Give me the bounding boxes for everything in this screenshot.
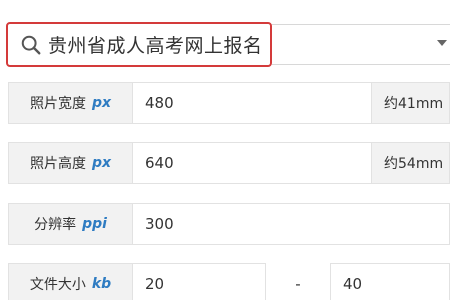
file-size-label-text: 文件大小: [29, 277, 86, 293]
resolution-unit: ppi: [82, 216, 107, 232]
photo-width-input[interactable]: 480: [132, 82, 372, 124]
chevron-down-icon[interactable]: [437, 40, 447, 46]
search-icon: [21, 35, 41, 54]
photo-width-row: 照片宽度 px 480 约41mm: [8, 82, 450, 124]
search-bar-extension[interactable]: [272, 24, 450, 65]
photo-height-row: 照片高度 px 640 约54mm: [8, 142, 450, 184]
photo-width-approx: 约41mm: [372, 82, 450, 124]
file-size-separator: -: [295, 275, 301, 293]
file-size-max-input[interactable]: 40: [330, 263, 450, 300]
file-size-min-input[interactable]: 20: [132, 263, 266, 300]
photo-width-label-text: 照片宽度: [29, 96, 86, 112]
file-size-unit: kb: [91, 276, 112, 292]
search-bar[interactable]: 贵州省成人高考网上报名: [6, 22, 272, 67]
photo-height-unit: px: [91, 155, 112, 171]
photo-spec-page: 贵州省成人高考网上报名 照片宽度 px 480 约41mm 照片高度 px 64…: [0, 0, 450, 300]
file-size-label: 文件大小 kb: [8, 263, 132, 300]
photo-height-label: 照片高度 px: [8, 142, 132, 184]
photo-height-approx: 约54mm: [372, 142, 450, 184]
photo-height-label-text: 照片高度: [29, 156, 86, 172]
photo-width-label: 照片宽度 px: [8, 82, 132, 124]
resolution-row: 分辨率 ppi 300: [8, 203, 450, 245]
file-size-row: 文件大小 kb 20 - 40: [8, 263, 450, 300]
resolution-input[interactable]: 300: [132, 203, 450, 245]
search-query-text[interactable]: 贵州省成人高考网上报名: [48, 31, 263, 58]
photo-width-unit: px: [91, 95, 112, 111]
photo-height-input[interactable]: 640: [132, 142, 372, 184]
resolution-label-text: 分辨率: [34, 217, 77, 233]
resolution-label: 分辨率 ppi: [8, 203, 132, 245]
